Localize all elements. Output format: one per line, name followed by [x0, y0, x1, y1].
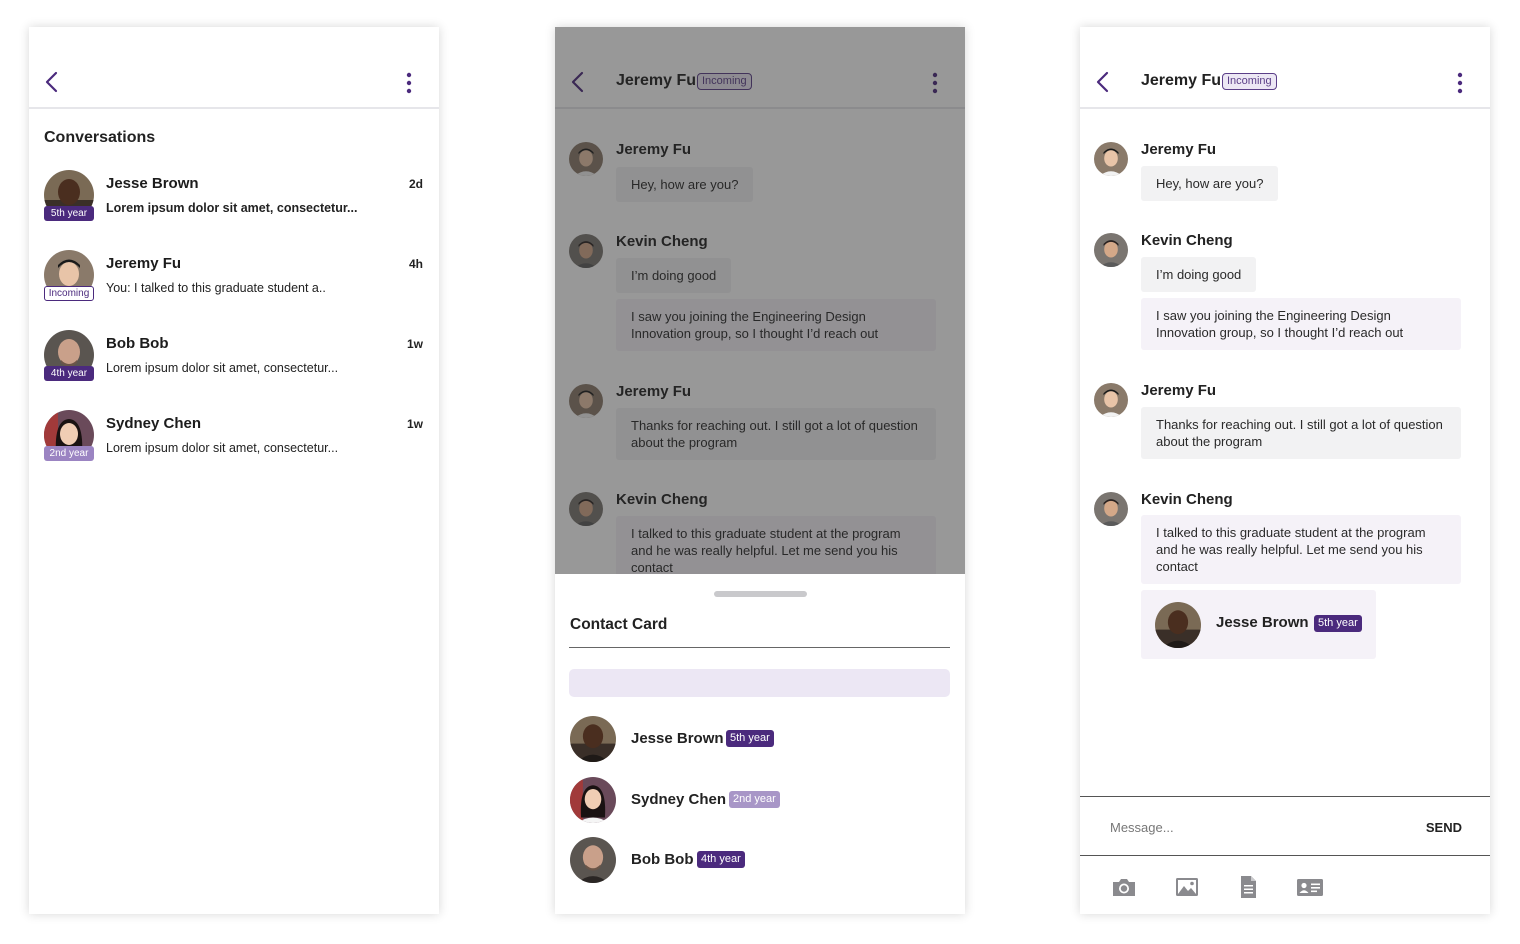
year-badge: 5th year: [44, 206, 94, 221]
top-bar: [29, 27, 439, 109]
message-bubble: I talked to this graduate student at the…: [1141, 515, 1461, 584]
contact-list-item[interactable]: Jesse Brown 5th year: [555, 716, 965, 766]
contact-card-sheet: Contact Card Jesse Brown 5th year Sydney…: [555, 574, 965, 914]
timestamp: 1w: [406, 417, 423, 431]
contact-name: Sydney Chen: [631, 791, 727, 808]
timestamp: 2d: [408, 177, 423, 191]
year-badge: 4th year: [44, 366, 94, 381]
message-snippet: Lorem ipsum dolor sit amet, consectetur.…: [106, 201, 358, 215]
send-button[interactable]: SEND: [1426, 820, 1462, 835]
contact-name: Jesse Brown: [106, 175, 199, 192]
contact-name: Sydney Chen: [106, 415, 202, 432]
divider: [1080, 855, 1490, 856]
avatar: [1155, 602, 1201, 648]
chat-contact-sheet-screen: Jeremy Fu Incoming Jeremy Fu Hey, how ar…: [555, 27, 965, 914]
conversations-screen: Conversations 5th year Jesse Brown Lorem…: [29, 27, 439, 914]
chat-screen: Jeremy Fu Incoming Jeremy Fu Hey, how ar…: [1080, 27, 1490, 914]
contact-list-item[interactable]: Sydney Chen 2nd year: [555, 777, 965, 827]
contact-name: Jesse Brown: [631, 730, 724, 747]
conversation-item[interactable]: 5th year Jesse Brown Lorem ipsum dolor s…: [29, 170, 439, 230]
year-badge: 4th year: [697, 851, 745, 868]
dim-overlay[interactable]: [555, 27, 965, 574]
message-input[interactable]: [1110, 812, 1390, 842]
incoming-badge: Incoming: [44, 286, 94, 301]
contact-search-input[interactable]: [569, 669, 950, 697]
sheet-title: Contact Card: [570, 616, 668, 633]
sender-name: Jeremy Fu: [1141, 141, 1217, 158]
message-bubble: I’m doing good: [1141, 257, 1257, 292]
contact-name: Bob Bob: [631, 851, 694, 868]
chat-contact-name: Jeremy Fu: [1141, 72, 1222, 89]
avatar: [570, 777, 616, 823]
contact-name: Jesse Brown: [1216, 614, 1309, 631]
avatar: [570, 716, 616, 762]
divider: [1080, 796, 1490, 797]
more-options-icon[interactable]: [401, 72, 417, 94]
page-title: Conversations: [44, 129, 156, 146]
contact-list-item[interactable]: Bob Bob 4th year: [555, 837, 965, 887]
avatar: [1094, 383, 1128, 417]
message-snippet: Lorem ipsum dolor sit amet, consectetur.…: [106, 441, 339, 455]
message-snippet: Lorem ipsum dolor sit amet, consectetur.…: [106, 361, 339, 375]
message-bubble: I saw you joining the Engineering Design…: [1141, 298, 1461, 350]
divider: [569, 647, 950, 648]
sender-name: Kevin Cheng: [1141, 491, 1233, 508]
more-options-icon[interactable]: [1452, 72, 1468, 94]
sender-name: Jeremy Fu: [1141, 382, 1217, 399]
sheet-drag-handle[interactable]: [714, 591, 807, 597]
contact-name: Bob Bob: [106, 335, 169, 352]
top-bar: Jeremy Fu Incoming: [1080, 27, 1490, 109]
incoming-badge: Incoming: [1222, 73, 1277, 90]
sender-name: Kevin Cheng: [1141, 232, 1233, 249]
conversation-item[interactable]: 2nd year Sydney Chen Lorem ipsum dolor s…: [29, 410, 439, 470]
timestamp: 4h: [408, 257, 423, 271]
year-badge: 5th year: [1314, 615, 1362, 632]
camera-icon[interactable]: [1110, 875, 1138, 899]
back-arrow-icon[interactable]: [43, 70, 61, 94]
contact-card-icon[interactable]: [1296, 875, 1324, 899]
year-badge: 2nd year: [729, 791, 780, 808]
timestamp: 1w: [406, 337, 423, 351]
avatar: [1094, 492, 1128, 526]
shared-contact-card[interactable]: Jesse Brown 5th year: [1141, 590, 1376, 659]
conversation-item[interactable]: 4th year Bob Bob Lorem ipsum dolor sit a…: [29, 330, 439, 390]
contact-name: Jeremy Fu: [106, 255, 182, 272]
avatar: [1094, 233, 1128, 267]
message-snippet: You: I talked to this graduate student a…: [106, 281, 326, 295]
avatar: [1094, 142, 1128, 176]
conversation-item[interactable]: Incoming Jeremy Fu You: I talked to this…: [29, 250, 439, 310]
image-icon[interactable]: [1173, 875, 1201, 899]
document-icon[interactable]: [1234, 875, 1262, 899]
message-bubble: Hey, how are you?: [1141, 166, 1279, 201]
year-badge: 2nd year: [44, 446, 94, 461]
year-badge: 5th year: [726, 730, 774, 747]
message-bubble: Thanks for reaching out. I still got a l…: [1141, 407, 1461, 459]
back-arrow-icon[interactable]: [1094, 70, 1112, 94]
avatar: [570, 837, 616, 883]
